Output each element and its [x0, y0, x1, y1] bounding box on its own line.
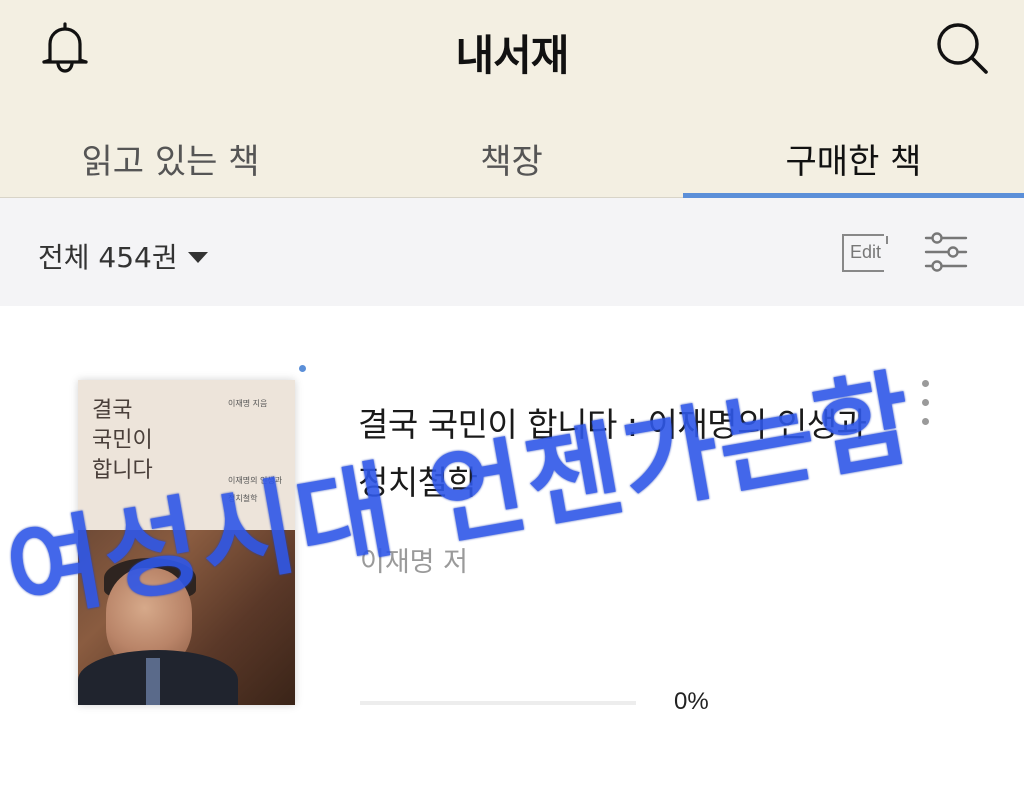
edit-label: Edit — [850, 242, 882, 262]
filter-bar: 전체 454권 Edit — [0, 198, 1024, 306]
book-author: 이재명 저 — [360, 547, 468, 578]
reading-progress-bar — [360, 701, 636, 705]
reading-progress-label: 0% — [674, 688, 709, 715]
cover-subtitle: 이재명의 인생과 정치철학 — [228, 476, 283, 503]
search-icon[interactable] — [932, 18, 992, 78]
cover-title: 결국 국민이 합니다 — [92, 398, 153, 483]
count-dropdown[interactable]: 전체 454권 — [38, 236, 208, 276]
page-title: 내서재 — [455, 31, 570, 80]
tab-purchased[interactable]: 구매한 책 — [683, 134, 1024, 182]
cover-author: 이재명 지음 — [228, 399, 268, 408]
tab-reading[interactable]: 읽고 있는 책 — [0, 134, 341, 182]
cover-photo — [78, 530, 295, 705]
edit-button[interactable]: Edit — [842, 234, 888, 272]
count-label: 전체 454권 — [38, 241, 178, 274]
cover-top: 결국 국민이 합니다 이재명 지음 이재명의 인생과 정치철학 — [78, 380, 295, 530]
more-options-icon[interactable] — [915, 380, 935, 434]
book-cover[interactable]: 결국 국민이 합니다 이재명 지음 이재명의 인생과 정치철학 — [78, 380, 295, 705]
sliders-icon[interactable] — [924, 232, 968, 272]
new-indicator-dot — [299, 365, 306, 372]
app-header: 내서재 읽고 있는 책 책장 구매한 책 — [0, 0, 1024, 198]
tab-bookshelf[interactable]: 책장 — [341, 134, 682, 182]
cover-photo-tie — [146, 658, 160, 705]
caret-down-icon — [187, 251, 208, 263]
book-title[interactable]: 결국 국민이 합니다 : 이재명의 인생과 정치철학 — [358, 396, 898, 512]
